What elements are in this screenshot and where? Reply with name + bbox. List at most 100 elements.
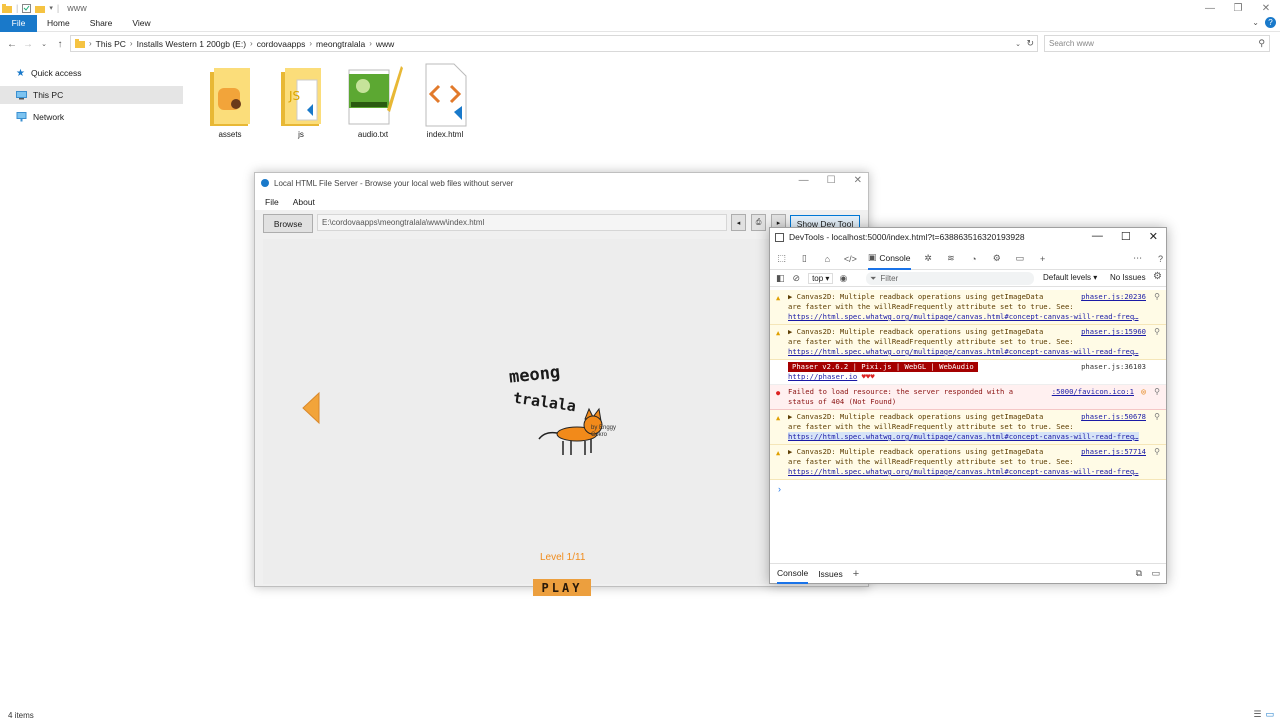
- debugger-bug-icon[interactable]: ✲: [923, 253, 934, 264]
- address-dropdown-icon[interactable]: ⌄: [1015, 40, 1021, 48]
- magnify-icon[interactable]: ⚲: [1154, 447, 1160, 457]
- address-bar[interactable]: › This PC › Installs Western 1 200gb (E:…: [70, 35, 1038, 52]
- message-source[interactable]: phaser.js:20236: [1081, 292, 1146, 302]
- expand-ribbon-icon[interactable]: ⌄: [1252, 18, 1259, 27]
- expand-triangle-icon[interactable]: ▶: [788, 327, 792, 336]
- performance-icon[interactable]: ◔: [968, 253, 979, 264]
- inspect-element-icon[interactable]: ⬚: [776, 253, 787, 264]
- live-expression-eye-icon[interactable]: ◉: [839, 273, 847, 284]
- tab-console[interactable]: ▣ Console: [867, 248, 911, 270]
- ribbon-tab-home[interactable]: Home: [37, 18, 80, 28]
- minimize-icon[interactable]: —: [1196, 0, 1224, 16]
- device-toolbar-icon[interactable]: ▯: [799, 253, 810, 264]
- add-tab-icon[interactable]: +: [1037, 253, 1048, 264]
- minimize-icon[interactable]: —: [799, 175, 809, 186]
- console-warning[interactable]: ▲ ▶ Canvas2D: Multiple readback operatio…: [770, 290, 1166, 325]
- search-box[interactable]: Search www ⚲: [1044, 35, 1270, 52]
- help-icon[interactable]: ?: [1265, 17, 1276, 28]
- filter-input[interactable]: ⏷ Filter: [866, 272, 1034, 285]
- elements-icon[interactable]: </>: [844, 253, 857, 264]
- console-warning[interactable]: ▲ ▶ Canvas2D: Multiple readback operatio…: [770, 445, 1166, 480]
- file-item-audio-txt[interactable]: audio.txt: [343, 62, 403, 139]
- browse-button[interactable]: Browse: [263, 214, 313, 233]
- menu-about[interactable]: About: [293, 197, 315, 207]
- path-field[interactable]: E:\cordovaapps\meongtralala\www\index.ht…: [317, 214, 727, 231]
- maximize-icon[interactable]: ❐: [1224, 0, 1252, 16]
- collapse-drawer-icon[interactable]: ▭: [1151, 568, 1160, 579]
- close-icon[interactable]: ✕: [854, 175, 862, 186]
- play-button[interactable]: PLAY: [533, 579, 591, 596]
- console-error[interactable]: ● Failed to load resource: the server re…: [770, 385, 1166, 410]
- settings-gear-icon[interactable]: ⚙: [991, 253, 1002, 264]
- message-link[interactable]: http://phaser.io: [788, 372, 857, 381]
- properties-icon[interactable]: [22, 3, 32, 13]
- large-icons-view-icon[interactable]: ▭: [1265, 709, 1274, 720]
- magnify-icon[interactable]: ⚲: [1154, 412, 1160, 422]
- nav-item-this-pc[interactable]: This PC: [0, 86, 183, 104]
- help-icon[interactable]: ?: [1155, 253, 1166, 264]
- ribbon-tab-view[interactable]: View: [122, 18, 160, 28]
- message-source[interactable]: phaser.js:50678: [1081, 412, 1146, 422]
- magnify-icon[interactable]: ⚲: [1154, 387, 1160, 397]
- copilot-icon[interactable]: ◎: [1141, 387, 1146, 397]
- maximize-icon[interactable]: ☐: [1121, 230, 1131, 243]
- breadcrumb-www[interactable]: www: [376, 39, 394, 49]
- console-prompt-chevron-icon[interactable]: ›: [770, 484, 1166, 494]
- message-link[interactable]: https://html.spec.whatwg.org/multipage/c…: [788, 467, 1139, 476]
- more-options-icon[interactable]: ⋯: [1132, 253, 1143, 264]
- message-source[interactable]: phaser.js:15960: [1081, 327, 1146, 337]
- refresh-icon[interactable]: ↻: [1026, 38, 1034, 49]
- sidebar-toggle-icon[interactable]: ◧: [776, 273, 785, 284]
- network-wifi-icon[interactable]: ≋: [945, 253, 956, 264]
- breadcrumb-this-pc[interactable]: This PC: [96, 39, 126, 49]
- console-settings-gear-icon[interactable]: ⚙: [1153, 271, 1162, 282]
- message-link[interactable]: https://html.spec.whatwg.org/multipage/c…: [788, 312, 1139, 321]
- close-icon[interactable]: ✕: [1149, 230, 1158, 243]
- expand-triangle-icon[interactable]: ▶: [788, 412, 792, 421]
- drawer-tab-issues[interactable]: Issues: [818, 569, 843, 579]
- nav-item-quick-access[interactable]: ★ Quick access: [0, 64, 183, 82]
- up-arrow-icon[interactable]: ↑: [52, 39, 68, 50]
- ribbon-tab-share[interactable]: Share: [80, 18, 123, 28]
- back-button[interactable]: ◂: [731, 214, 746, 231]
- left-arrow-icon[interactable]: [301, 391, 321, 425]
- nav-item-network[interactable]: Network: [0, 108, 183, 126]
- magnify-icon[interactable]: ⚲: [1154, 327, 1160, 337]
- new-folder-icon[interactable]: [35, 4, 46, 13]
- forward-arrow-icon[interactable]: →: [20, 39, 36, 50]
- details-view-icon[interactable]: ☰: [1253, 709, 1261, 720]
- expand-triangle-icon[interactable]: ▶: [788, 447, 792, 456]
- recent-locations-icon[interactable]: ⌄: [36, 40, 52, 48]
- application-icon[interactable]: ▭: [1014, 253, 1025, 264]
- issues-counter[interactable]: No Issues: [1110, 273, 1146, 282]
- log-levels-dropdown[interactable]: Default levels ▾: [1043, 273, 1097, 282]
- menu-file[interactable]: File: [265, 197, 279, 207]
- expand-triangle-icon[interactable]: ▶: [788, 292, 792, 301]
- back-arrow-icon[interactable]: ←: [4, 39, 20, 50]
- console-log-message[interactable]: Phaser v2.6.2 | Pixi.js | WebGL | WebAud…: [770, 360, 1166, 385]
- breadcrumb-cordovaapps[interactable]: cordovaapps: [257, 39, 306, 49]
- message-link[interactable]: https://html.spec.whatwg.org/multipage/c…: [788, 347, 1139, 356]
- maximize-icon[interactable]: ☐: [827, 175, 836, 186]
- breadcrumb-meongtralala[interactable]: meongtralala: [316, 39, 365, 49]
- file-item-index-html[interactable]: index.html: [415, 62, 475, 139]
- console-warning[interactable]: ▲ ▶ Canvas2D: Multiple readback operatio…: [770, 325, 1166, 360]
- dock-icon[interactable]: ⧉: [1136, 568, 1142, 579]
- search-input[interactable]: Search www: [1049, 39, 1094, 48]
- message-link[interactable]: https://html.spec.whatwg.org/multipage/c…: [788, 432, 1139, 441]
- print-button[interactable]: ⎙: [751, 214, 766, 231]
- add-drawer-tab-icon[interactable]: +: [853, 568, 859, 580]
- search-icon[interactable]: ⚲: [1258, 38, 1265, 49]
- context-selector[interactable]: top ▾: [808, 272, 834, 284]
- clear-console-icon[interactable]: ⊘: [793, 273, 801, 284]
- message-source[interactable]: phaser.js:36103: [1081, 362, 1146, 372]
- message-source[interactable]: phaser.js:57714: [1081, 447, 1146, 457]
- ribbon-tab-file[interactable]: File: [0, 14, 37, 32]
- message-source[interactable]: :5000/favicon.ico:1: [1052, 387, 1134, 397]
- file-item-assets[interactable]: assets: [200, 66, 260, 139]
- console-warning[interactable]: ▲ ▶ Canvas2D: Multiple readback operatio…: [770, 410, 1166, 445]
- customize-toolbar-icon[interactable]: ▾: [49, 4, 53, 12]
- close-icon[interactable]: ✕: [1252, 0, 1280, 16]
- magnify-icon[interactable]: ⚲: [1154, 292, 1160, 302]
- drawer-tab-console[interactable]: Console: [777, 564, 809, 584]
